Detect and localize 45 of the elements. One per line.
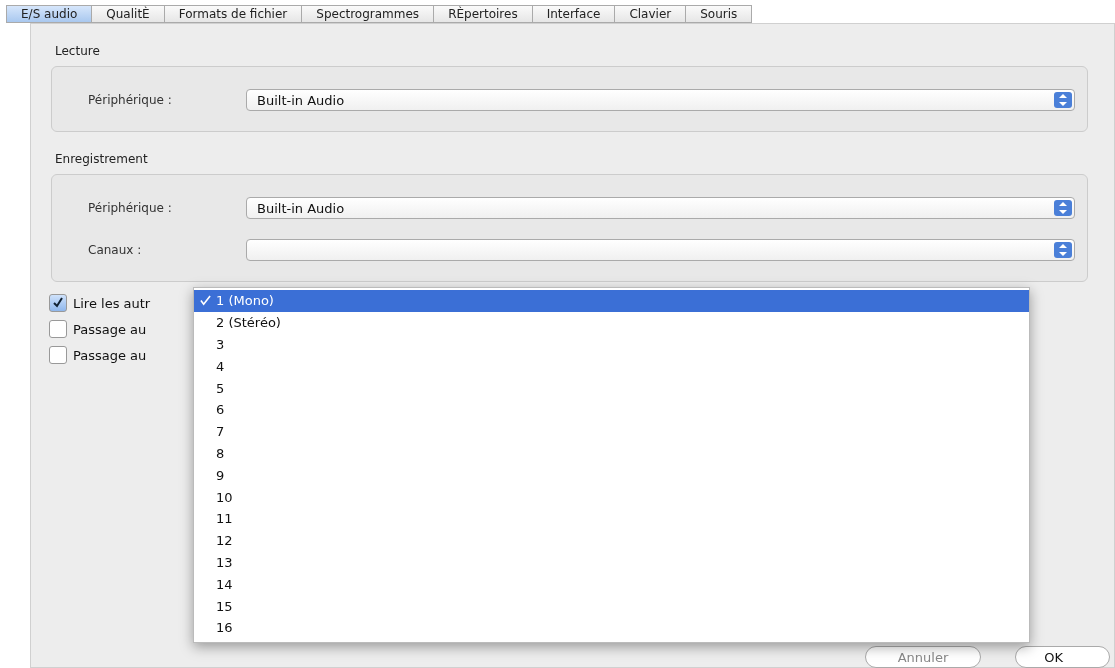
device-dropdown[interactable]: Built-in Audio <box>246 197 1075 219</box>
stepper-icon <box>1052 241 1074 259</box>
menu-item[interactable]: 15 <box>194 595 1029 617</box>
menu-item[interactable]: 11 <box>194 507 1029 530</box>
checkmark-icon <box>52 297 64 309</box>
stepper-icon <box>1052 199 1074 217</box>
tab[interactable]: Spectrogrammes <box>302 5 435 23</box>
menu-item[interactable]: 8 <box>194 442 1029 465</box>
channels-dropdown[interactable] <box>246 239 1075 261</box>
menu-item[interactable]: 1 (Mono) <box>194 290 1029 312</box>
checkbox-label: Passage au <box>73 347 147 363</box>
menu-item[interactable]: 9 <box>194 464 1029 487</box>
group-title: Lecture <box>55 44 101 58</box>
menu-item[interactable]: 14 <box>194 573 1029 596</box>
tab[interactable]: QualitÈ <box>92 5 165 23</box>
menu-item[interactable]: 13 <box>194 551 1029 574</box>
menu-item[interactable]: 3 <box>194 333 1029 356</box>
group-title: Enregistrement <box>55 152 149 166</box>
checkbox[interactable] <box>49 294 67 312</box>
stepper-icon <box>1052 91 1074 109</box>
field-label: Canaux : <box>88 243 143 257</box>
checkbox-label: Passage au <box>73 321 147 337</box>
tab[interactable]: Souris <box>686 5 753 23</box>
field-label: Périphérique : <box>88 201 173 215</box>
checkbox-label: Lire les autr <box>73 295 151 311</box>
menu-item[interactable]: 10 <box>194 486 1029 508</box>
menu-item[interactable]: 5 <box>194 377 1029 399</box>
menu-item[interactable]: 2 (Stéréo) <box>194 311 1029 334</box>
checkbox[interactable] <box>49 320 67 338</box>
ok-button[interactable]: OK <box>1015 646 1110 668</box>
tab[interactable]: Clavier <box>615 5 687 23</box>
menu-item[interactable]: 7 <box>194 420 1029 443</box>
checkmark-icon <box>199 295 211 307</box>
cancel-button[interactable]: Annuler <box>864 646 982 668</box>
checkbox[interactable] <box>49 346 67 364</box>
tab[interactable]: E/S audio <box>6 5 93 23</box>
tab[interactable]: Interface <box>532 5 616 23</box>
menu-item[interactable]: 16 <box>194 616 1029 639</box>
device-dropdown[interactable]: Built-in Audio <box>246 89 1075 111</box>
tab[interactable]: Formats de fichier <box>164 5 303 23</box>
menu-item[interactable]: 12 <box>194 529 1029 552</box>
tab[interactable]: RÈpertoires <box>434 5 533 23</box>
menu-item[interactable]: 4 <box>194 355 1029 378</box>
field-label: Périphérique : <box>88 93 173 107</box>
menu-item[interactable]: 6 <box>194 399 1029 421</box>
